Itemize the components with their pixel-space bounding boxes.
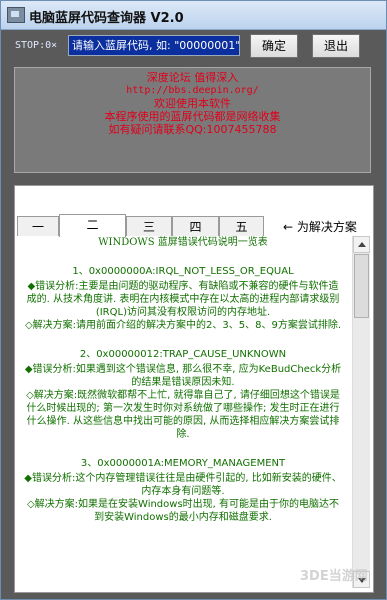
error-code-panel: 一 二 三 四 五 ← 为解决方案 WINDOWS 蓝屏错误代码说明一览表 1、…: [14, 185, 374, 593]
tab-strip: 一 二 三 四 五: [15, 214, 277, 237]
entry-code: 2、0x00000012:TRAP_CAUSE_UNKNOWN: [79, 349, 287, 360]
banner-url: http://bbs.deepin.org/: [126, 85, 259, 96]
stop-prefix-label: STOP:0×: [15, 40, 58, 51]
scroll-thumb[interactable]: [354, 254, 369, 318]
entry-solution: ◇解决方案:既然微软都帮不上忙, 就得靠自己了, 请仔细回想这个错误是什么时候出…: [26, 390, 340, 440]
entry-code: 1、0x0000000A:IRQL_NOT_LESS_OR_EQUAL: [72, 266, 294, 277]
banner-line: 本程序使用的蓝屏代码都是网络收集: [104, 110, 281, 123]
entry-analysis: ◆错误分析:主要是由问题的驱动程序、有缺陷或不兼容的硬件与软件造成的. 从技术角…: [26, 281, 340, 318]
entry-solution: ◇解决方案:如果是在安装Windows时出现, 有可能是由于你的电脑达不到安装W…: [26, 499, 340, 523]
solution-link[interactable]: ← 为解决方案: [283, 218, 357, 235]
banner-line: 欢迎使用本软件: [154, 97, 231, 110]
entry-code: 3、0x0000001A:MEMORY_MANAGEMENT: [80, 458, 286, 469]
exit-button[interactable]: 退出: [312, 34, 360, 58]
tab-two[interactable]: 二: [59, 214, 126, 237]
tab-five[interactable]: 五: [219, 216, 264, 236]
banner-line: 如有疑问请联系QQ:1007455788: [108, 123, 277, 136]
entry-analysis: ◆错误分析:这个内存管理错误往往是由硬件引起的, 比如新安装的硬件、内存本身有问…: [24, 473, 342, 497]
entry-solution: ◇解决方案:请用前面介绍的解决方案中的2、3、5、8、9方案尝试排除.: [24, 320, 342, 331]
window-title: 电脑蓝屏代码查询器 V2.0: [29, 11, 184, 26]
vertical-scrollbar[interactable]: [352, 236, 370, 588]
tab-one[interactable]: 一: [17, 216, 59, 236]
content-heading: WINDOWS 蓝屏错误代码说明一览表: [98, 237, 268, 248]
site-watermark: 3DE当游网: [300, 569, 368, 584]
title-bar[interactable]: 电脑蓝屏代码查询器 V2.0: [1, 1, 386, 30]
banner-line: 深度论坛 值得深入: [146, 71, 239, 84]
error-code-input[interactable]: 请输入蓝屏代码, 如: "00000001".: [68, 35, 240, 56]
error-code-text: WINDOWS 蓝屏错误代码说明一览表 1、0x0000000A:IRQL_NO…: [23, 236, 343, 586]
tab-four[interactable]: 四: [172, 216, 219, 236]
tab-three[interactable]: 三: [126, 216, 172, 236]
info-banner: 深度论坛 值得深入 http://bbs.deepin.org/ 欢迎使用本软件…: [14, 67, 371, 173]
confirm-button[interactable]: 确定: [250, 34, 298, 58]
app-window: 电脑蓝屏代码查询器 V2.0 STOP:0× 请输入蓝屏代码, 如: "0000…: [0, 0, 387, 600]
entry-analysis: ◆错误分析:如果遇到这个错误信息, 那么很不幸, 应为KeBudCheck分析的…: [24, 364, 342, 388]
scroll-up-icon[interactable]: [353, 236, 370, 253]
app-icon: [7, 7, 25, 23]
